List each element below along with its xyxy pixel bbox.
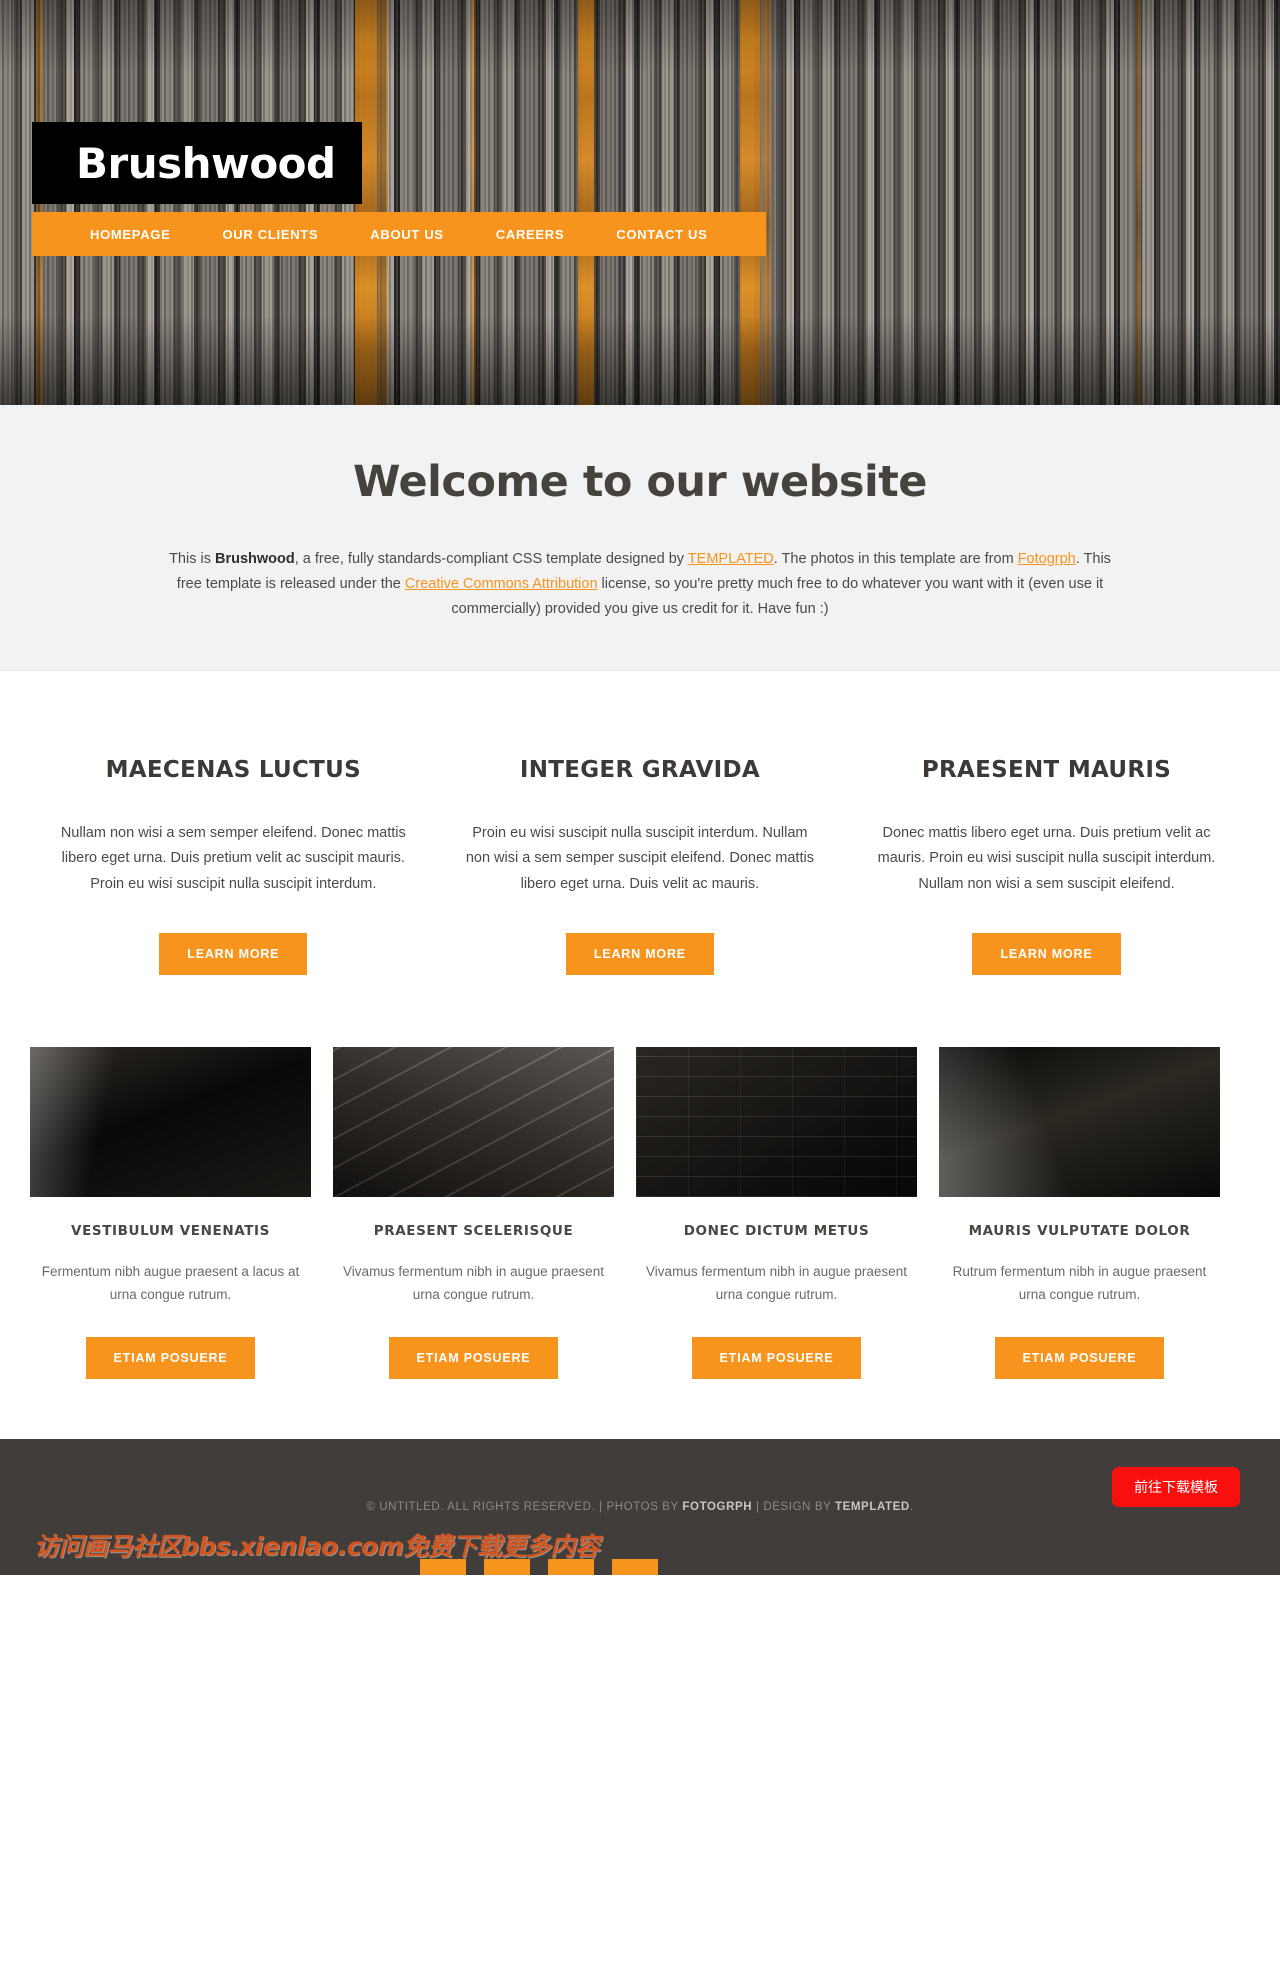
page-title: Welcome to our website bbox=[353, 457, 927, 507]
feature-box-title: PRAESENT MAURIS bbox=[921, 756, 1172, 783]
etiam-posuere-button[interactable]: ETIAM POSUERE bbox=[994, 1336, 1165, 1379]
nav-item-our-clients[interactable]: OUR CLIENTS bbox=[196, 227, 344, 242]
feature-box-body: Nullam non wisi a sem semper eleifend. D… bbox=[60, 824, 406, 892]
welcome-text-1: This is bbox=[169, 551, 215, 567]
chip bbox=[548, 1558, 594, 1575]
gallery-item-body: Vivamus fermentum nibh in augue praesent… bbox=[343, 1263, 604, 1302]
gallery-item-title: PRAESENT SCELERISQUE bbox=[373, 1222, 574, 1239]
footer-design-by: TEMPLATED bbox=[834, 1500, 910, 1513]
gallery-item-body: Fermentum nibh augue praesent a lacus at… bbox=[41, 1263, 300, 1302]
feature-box-body: Donec mattis libero eget urna. Duis pret… bbox=[877, 824, 1216, 892]
gallery-item: MAURIS VULPUTATE DOLOR Rutrum fermentum … bbox=[939, 1046, 1220, 1379]
link-templated[interactable]: TEMPLATED bbox=[688, 551, 774, 567]
welcome-text-3: . The photos in this template are from bbox=[773, 551, 1018, 567]
site-header: Brushwood HOMEPAGE OUR CLIENTS ABOUT US … bbox=[0, 0, 1280, 405]
feature-boxes-section: MAECENAS LUCTUS Nullam non wisi a sem se… bbox=[0, 671, 1280, 975]
gallery-section: VESTIBULUM VENENATIS Fermentum nibh augu… bbox=[0, 975, 1280, 1439]
logo-block[interactable]: Brushwood bbox=[32, 122, 362, 204]
brand-name: Brushwood bbox=[214, 551, 295, 567]
site-footer: © UNTITLED. ALL RIGHTS RESERVED. | PHOTO… bbox=[0, 1438, 1280, 1575]
gallery-item-body: Vivamus fermentum nibh in augue praesent… bbox=[646, 1263, 907, 1302]
footer-photos-by: FOTOGRPH bbox=[682, 1500, 753, 1513]
site-logo-text: Brushwood bbox=[76, 138, 336, 188]
welcome-text-2: , a free, fully standards-compliant CSS … bbox=[294, 551, 688, 567]
download-template-button[interactable]: 前往下载模板 bbox=[1112, 1466, 1240, 1507]
feature-box-title: INTEGER GRAVIDA bbox=[519, 756, 760, 783]
gallery-item-title: VESTIBULUM VENENATIS bbox=[71, 1222, 270, 1239]
etiam-posuere-button[interactable]: ETIAM POSUERE bbox=[388, 1336, 559, 1379]
gallery-item-body: Rutrum fermentum nibh in augue praesent … bbox=[952, 1263, 1207, 1302]
learn-more-button[interactable]: LEARN MORE bbox=[972, 932, 1121, 975]
decorative-chip-row bbox=[420, 1558, 658, 1575]
gallery-item: PRAESENT SCELERISQUE Vivamus fermentum n… bbox=[333, 1046, 614, 1379]
feature-box: PRAESENT MAURIS Donec mattis libero eget… bbox=[843, 757, 1250, 975]
dark-wall-beam-photo[interactable] bbox=[30, 1046, 311, 1197]
footer-text-2: | DESIGN BY bbox=[752, 1500, 835, 1513]
link-creative-commons[interactable]: Creative Commons Attribution bbox=[405, 576, 598, 592]
etiam-posuere-button[interactable]: ETIAM POSUERE bbox=[85, 1336, 256, 1379]
link-fotogrph[interactable]: Fotogrph bbox=[1018, 551, 1076, 567]
feature-box: MAECENAS LUCTUS Nullam non wisi a sem se… bbox=[30, 757, 437, 975]
gallery-item: DONEC DICTUM METUS Vivamus fermentum nib… bbox=[636, 1046, 917, 1379]
wooden-beams-shadow-photo[interactable] bbox=[939, 1046, 1220, 1197]
gallery-item-title: DONEC DICTUM METUS bbox=[683, 1222, 870, 1239]
gallery-item-title: MAURIS VULPUTATE DOLOR bbox=[968, 1222, 1191, 1239]
welcome-paragraph: This is Brushwood, a free, fully standar… bbox=[165, 547, 1115, 622]
main-navigation[interactable]: HOMEPAGE OUR CLIENTS ABOUT US CAREERS CO… bbox=[32, 212, 766, 256]
etiam-posuere-button[interactable]: ETIAM POSUERE bbox=[691, 1336, 862, 1379]
footer-text-1: © UNTITLED. ALL RIGHTS RESERVED. | PHOTO… bbox=[366, 1500, 683, 1513]
nav-item-careers[interactable]: CAREERS bbox=[470, 227, 590, 242]
feature-box: INTEGER GRAVIDA Proin eu wisi suscipit n… bbox=[437, 757, 844, 975]
learn-more-button[interactable]: LEARN MORE bbox=[565, 932, 714, 975]
site-watermark: 访问画马社区bbs.xienlao.com免费下载更多内容 bbox=[34, 1531, 600, 1561]
feature-box-body: Proin eu wisi suscipit nulla suscipit in… bbox=[465, 824, 814, 892]
chip bbox=[612, 1558, 658, 1575]
gallery-item: VESTIBULUM VENENATIS Fermentum nibh augu… bbox=[30, 1046, 311, 1379]
chip bbox=[420, 1558, 466, 1575]
brick-wall-dark-photo[interactable] bbox=[636, 1046, 917, 1197]
footer-text-3: . bbox=[909, 1500, 914, 1513]
nav-item-homepage[interactable]: HOMEPAGE bbox=[64, 227, 196, 242]
feature-box-title: MAECENAS LUCTUS bbox=[105, 756, 362, 783]
learn-more-button[interactable]: LEARN MORE bbox=[159, 932, 308, 975]
stone-wall-angle-photo[interactable] bbox=[333, 1046, 614, 1197]
footer-copyright: © UNTITLED. ALL RIGHTS RESERVED. | PHOTO… bbox=[0, 1501, 1280, 1513]
nav-item-about-us[interactable]: ABOUT US bbox=[344, 227, 470, 242]
chip bbox=[484, 1558, 530, 1575]
nav-item-contact-us[interactable]: CONTACT US bbox=[590, 227, 733, 242]
welcome-section: Welcome to our website This is Brushwood… bbox=[0, 405, 1280, 671]
